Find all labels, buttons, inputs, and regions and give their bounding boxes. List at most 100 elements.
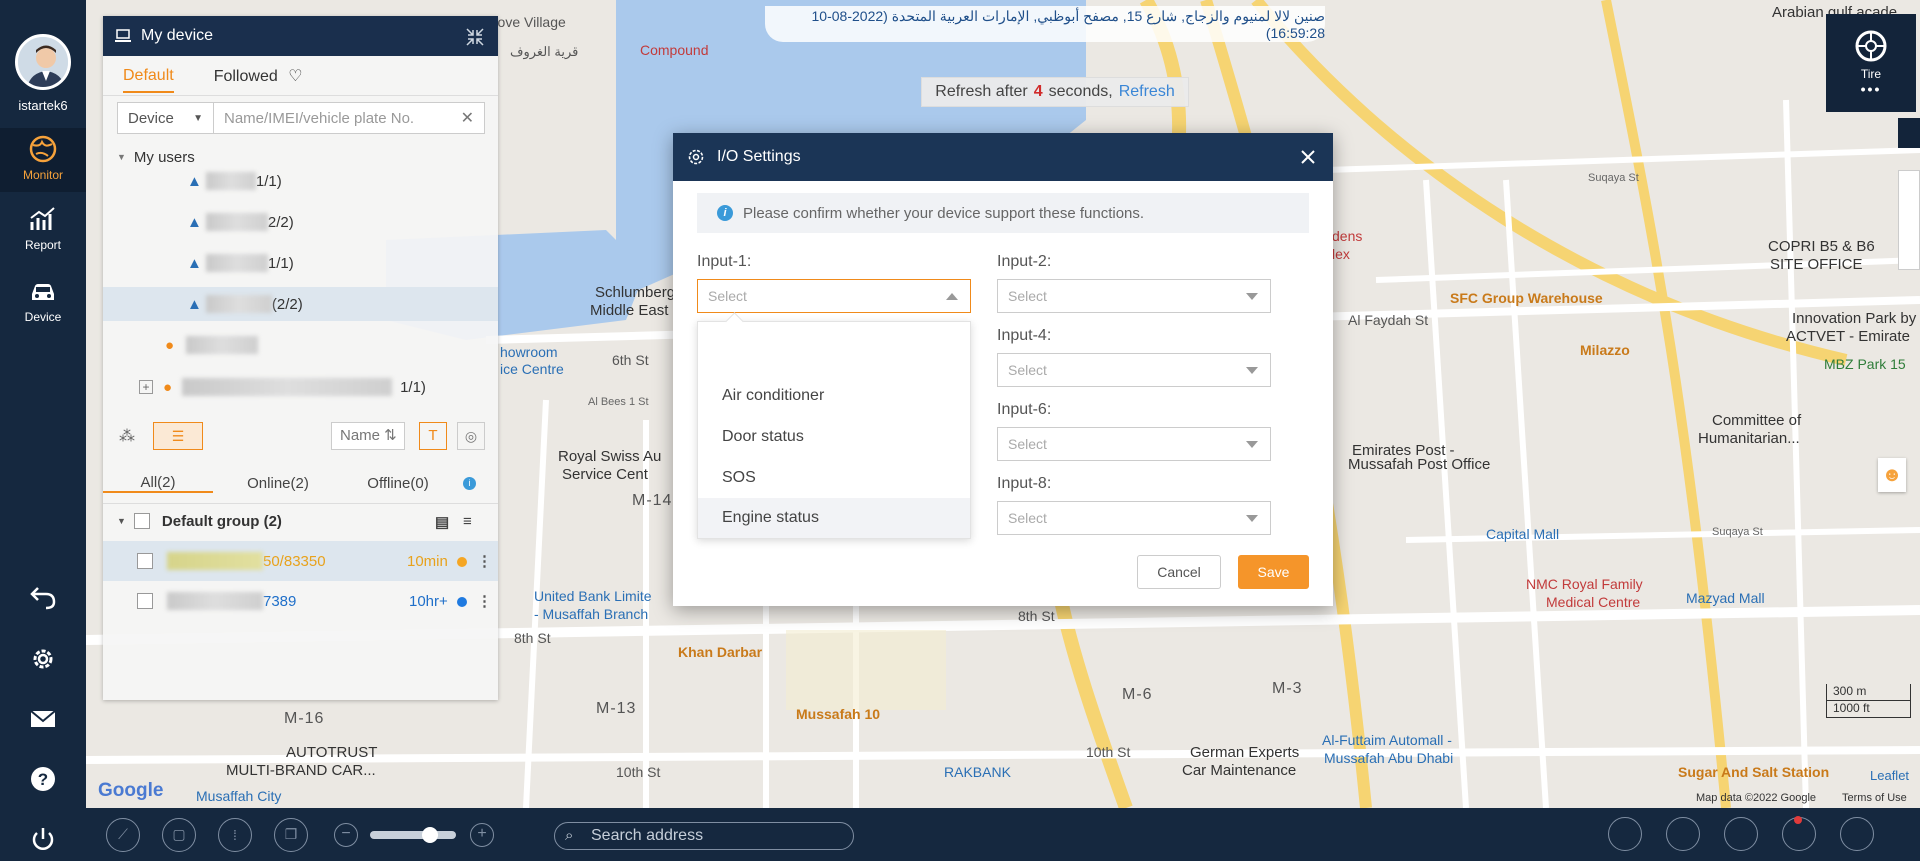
- area-select-icon[interactable]: ▢: [162, 817, 196, 852]
- side-widget[interactable]: [1898, 118, 1920, 148]
- input-1-value: Select: [708, 288, 747, 304]
- input-4-select[interactable]: Select: [997, 353, 1271, 387]
- more-horizontal-icon[interactable]: •••: [1826, 81, 1916, 97]
- input-1-select[interactable]: Select: [697, 279, 971, 313]
- save-button[interactable]: Save: [1238, 555, 1309, 589]
- dropdown-option[interactable]: Engine status: [698, 498, 970, 538]
- map-label: Suqaya St: [1588, 172, 1639, 184]
- address-search-input[interactable]: ⌕ Search address: [554, 822, 854, 850]
- input-1-dropdown: Air conditioner Door status SOS Engine s…: [697, 321, 971, 539]
- export-icon[interactable]: ▤: [435, 513, 449, 531]
- locate-icon[interactable]: ◎: [457, 422, 485, 450]
- tire-panel[interactable]: Tire •••: [1826, 14, 1916, 112]
- map-label: lex: [1332, 246, 1350, 262]
- tree-user-row-selected[interactable]: ▲ (2/2): [103, 287, 498, 321]
- cloud-download-icon[interactable]: [1840, 817, 1874, 851]
- ruler-icon[interactable]: ⟋: [106, 817, 140, 852]
- map-label: Al Bees 1 St: [588, 396, 649, 408]
- gear-icon[interactable]: [28, 644, 58, 674]
- refresh-seconds: 4: [1033, 83, 1043, 100]
- help-icon[interactable]: ?: [28, 764, 58, 794]
- more-icon[interactable]: ⋮: [477, 592, 492, 610]
- tab-offline[interactable]: Offline(0): [343, 475, 453, 492]
- terms-link[interactable]: Terms of Use: [1842, 792, 1907, 804]
- close-icon[interactable]: [1297, 146, 1319, 168]
- dropdown-option[interactable]: Door status: [698, 417, 970, 457]
- group-row[interactable]: ▼ Default group (2) ▤ ≡: [103, 501, 498, 541]
- map-label: MBZ Park 15: [1824, 356, 1906, 372]
- device-row[interactable]: 7389 10hr+ ⋮: [103, 581, 498, 621]
- device-panel: My device Default Followed ♡ Device ▼ Na…: [103, 16, 498, 700]
- zoom-out-icon[interactable]: −: [334, 822, 358, 847]
- cancel-button[interactable]: Cancel: [1137, 555, 1221, 589]
- nav-device[interactable]: Device: [0, 276, 86, 336]
- input-6-select[interactable]: Select: [997, 427, 1271, 461]
- tree-count: 1/1): [255, 172, 282, 190]
- map-label: NMC Royal Family: [1526, 576, 1643, 592]
- power-icon[interactable]: [28, 824, 58, 854]
- dropdown-option[interactable]: Air conditioner: [698, 376, 970, 416]
- tab-online[interactable]: Online(2): [213, 475, 343, 492]
- poi-icon[interactable]: [1666, 817, 1700, 851]
- map-label: Al-Futtaim Automall -: [1322, 732, 1452, 748]
- map-type-icon[interactable]: [1608, 817, 1642, 851]
- edit-list-icon[interactable]: ≡: [463, 513, 472, 530]
- tree-user-row[interactable]: ▲ 1/1): [103, 246, 498, 280]
- mail-icon[interactable]: [28, 704, 58, 734]
- scale-feet: 1000 ft: [1826, 701, 1911, 718]
- text-toggle-icon[interactable]: T: [419, 422, 447, 450]
- map-label: COPRI B5 & B6: [1768, 238, 1875, 255]
- sort-select[interactable]: Name ⇅: [331, 422, 405, 450]
- device-search-input[interactable]: Name/IMEI/vehicle plate No.: [214, 110, 461, 127]
- list-view-icon[interactable]: ☰: [153, 422, 203, 450]
- back-icon[interactable]: [28, 582, 58, 612]
- refresh-link[interactable]: Refresh: [1119, 83, 1175, 101]
- collapse-icon[interactable]: [465, 27, 485, 47]
- tree-user-row[interactable]: ▲ 2/2): [103, 205, 498, 239]
- nav-monitor[interactable]: Monitor: [0, 128, 86, 192]
- info-icon[interactable]: i: [463, 477, 476, 490]
- map-label: Innovation Park by: [1792, 310, 1917, 327]
- map-label: howroom: [500, 344, 558, 360]
- device-name: 7389: [263, 592, 297, 610]
- map-label: SFC Group Warehouse: [1450, 290, 1603, 306]
- map-label: ACTVET - Emirate: [1786, 328, 1910, 345]
- clear-icon[interactable]: ✕: [461, 108, 484, 128]
- dropdown-option[interactable]: SOS: [698, 458, 970, 498]
- input-8-select[interactable]: Select: [997, 501, 1271, 535]
- group-name: Default group (2): [161, 512, 282, 530]
- tree-user-row[interactable]: + ● 1/1): [103, 370, 498, 404]
- map-attribution: Map data ©2022 Google: [1696, 792, 1817, 804]
- input-2-select[interactable]: Select: [997, 279, 1271, 313]
- fence-icon[interactable]: [1724, 817, 1758, 851]
- pegman-icon[interactable]: ☻: [1878, 458, 1906, 492]
- footprint-icon[interactable]: ⁂: [119, 426, 135, 446]
- tree-count: 1/1): [400, 378, 426, 396]
- input-2-label: Input-2:: [997, 253, 1052, 270]
- avatar[interactable]: [15, 34, 71, 90]
- group-checkbox[interactable]: [133, 513, 150, 529]
- nav-report[interactable]: Report: [0, 204, 86, 264]
- chevron-down-icon: [1246, 367, 1258, 374]
- tree-user-row[interactable]: ▲ 1/1): [103, 164, 498, 198]
- bottom-toolbar: ⟋ ▢ ⁞ ❐ − + ⌕ Search address: [86, 808, 1920, 861]
- zoom-slider[interactable]: [370, 826, 456, 843]
- zoom-slider-handle[interactable]: [422, 826, 438, 843]
- input-8-value: Select: [1008, 510, 1047, 526]
- device-checkbox[interactable]: [137, 553, 153, 569]
- layers-icon[interactable]: ❐: [274, 817, 308, 852]
- tab-all[interactable]: All(2): [103, 474, 213, 493]
- leaflet-link[interactable]: Leaflet: [1870, 768, 1909, 783]
- device-row[interactable]: 50/83350 10min ⋮: [103, 541, 498, 581]
- traffic-icon[interactable]: ⁞: [218, 817, 252, 852]
- map-label: Service Cent: [562, 466, 648, 483]
- tab-followed[interactable]: Followed ♡: [214, 66, 303, 86]
- zoom-in-icon[interactable]: +: [470, 822, 494, 847]
- side-widget[interactable]: [1898, 170, 1920, 270]
- tab-default[interactable]: Default: [123, 67, 174, 93]
- search-type-select[interactable]: Device ▼: [118, 103, 214, 133]
- device-checkbox[interactable]: [137, 593, 153, 609]
- tree-user-row[interactable]: ●: [103, 328, 498, 362]
- user-icon: ▲: [187, 295, 202, 313]
- more-icon[interactable]: ⋮: [477, 552, 492, 570]
